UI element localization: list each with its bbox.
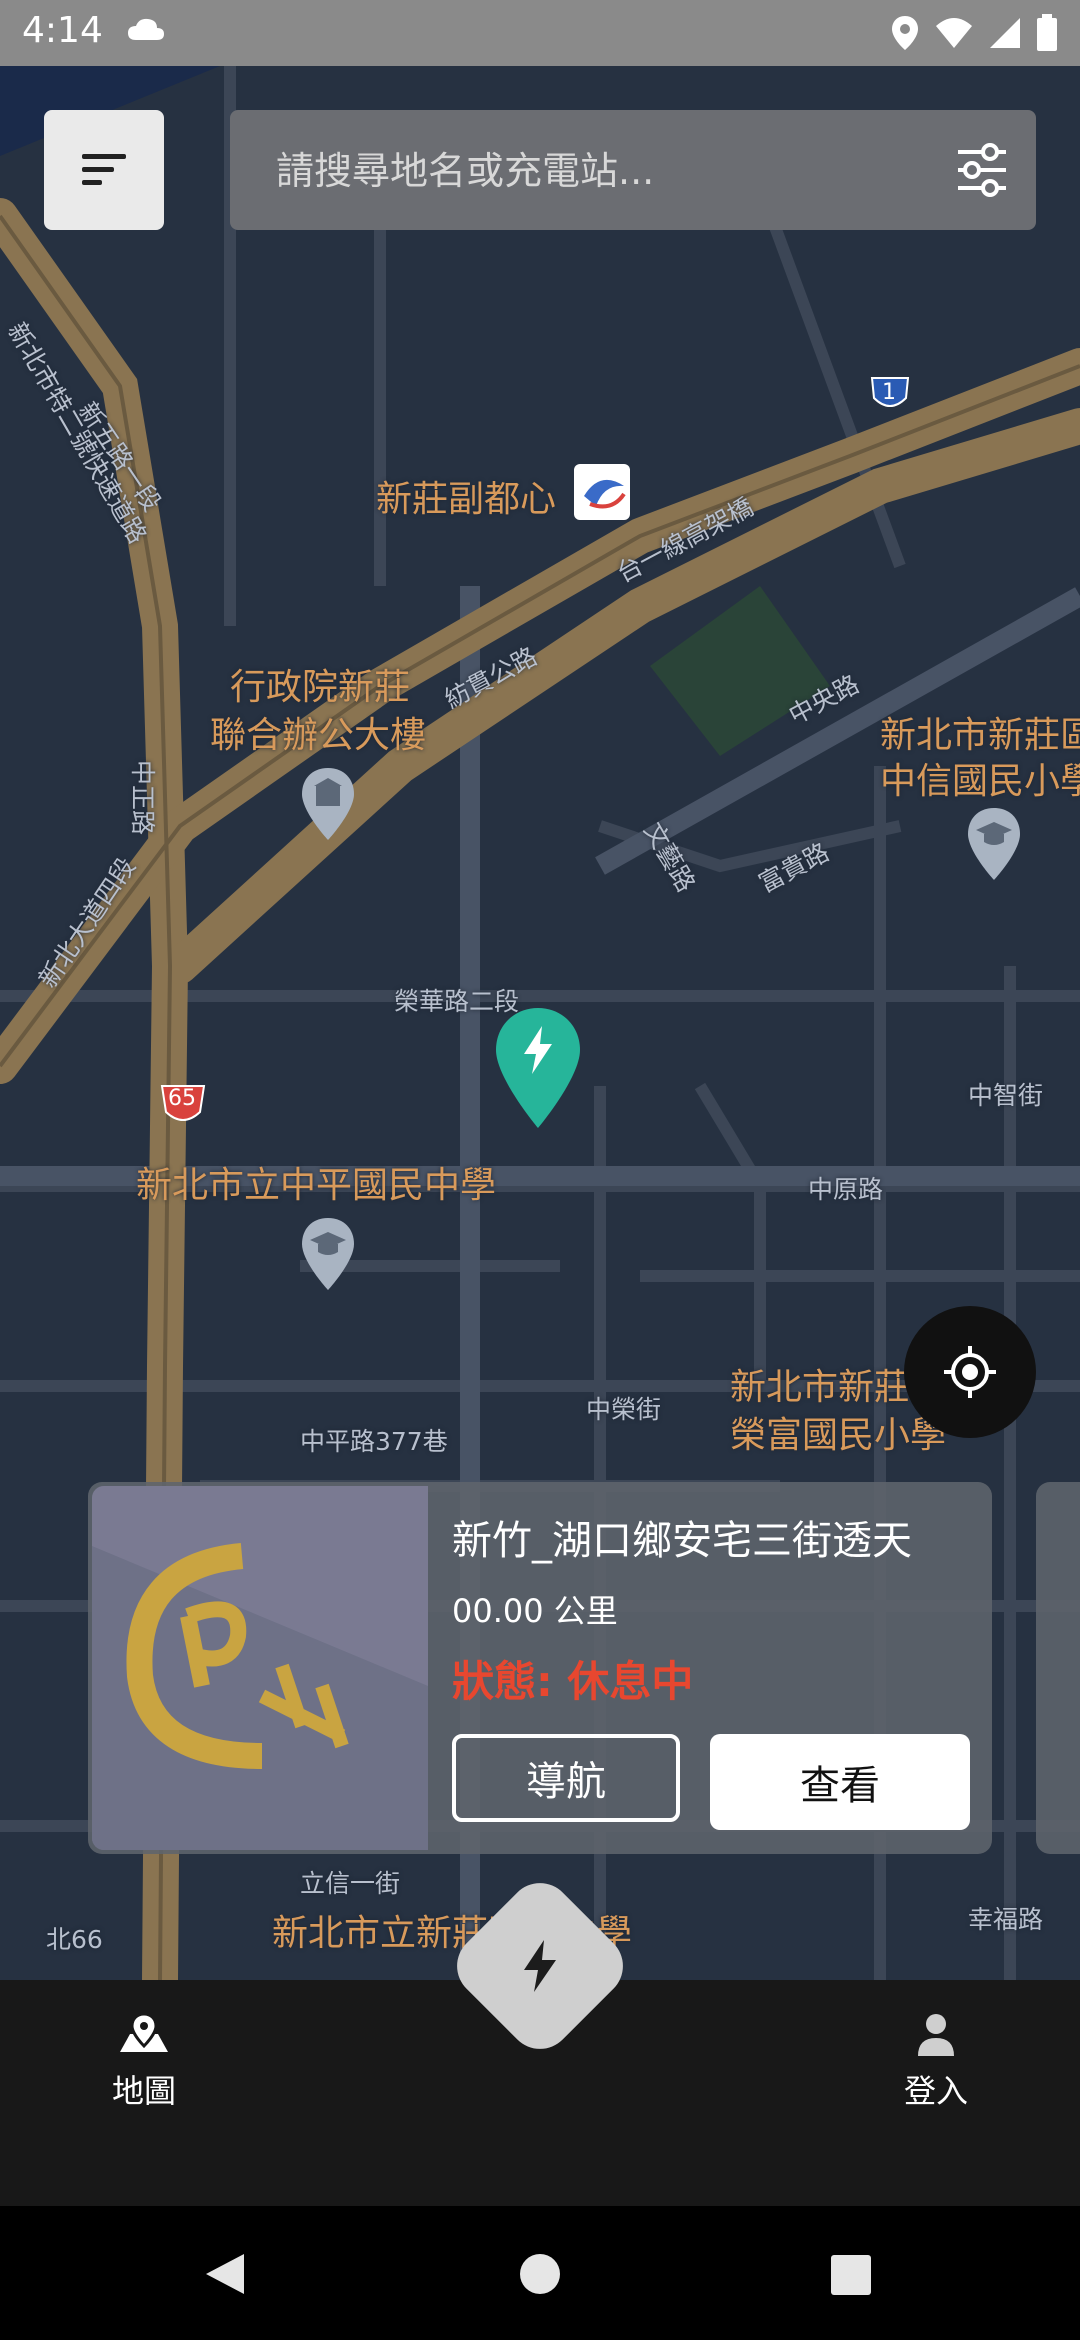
station-card[interactable]: 新竹_湖口鄉安宅三街透天 00.00 公里 狀態: 休息中 導航 查看 (88, 1482, 992, 1854)
map-label-xinfu-rd: 幸福路 (968, 1905, 1044, 1934)
map-label-zhongping-school: 新北市立中平國民中學 (136, 1165, 497, 1206)
lightning-icon (524, 1940, 556, 1992)
navigate-button[interactable]: 導航 (452, 1734, 680, 1822)
filter-icon[interactable] (954, 142, 1010, 198)
search-bar (230, 110, 1036, 232)
map-label-bei66: 北66 (46, 1925, 103, 1954)
government-pin-icon[interactable] (300, 766, 356, 842)
station-name: 新竹_湖口鄉安宅三街透天 (452, 1518, 912, 1564)
home-icon[interactable] (518, 2252, 562, 2296)
signal-icon (990, 18, 1020, 48)
station-photo (92, 1486, 428, 1850)
charging-station-marker[interactable] (494, 1006, 582, 1130)
next-station-card[interactable] (1036, 1482, 1080, 1854)
nav-label-map: 地圖 (111, 2072, 176, 2110)
wifi-icon (936, 18, 972, 48)
menu-button[interactable] (44, 110, 164, 230)
map-label-executive-yuan-2: 聯合辦公大樓 (210, 715, 427, 756)
map-label-zhongxin-2: 中信國民小學 (880, 761, 1080, 802)
status-icons (890, 14, 1058, 52)
nav-label-login: 登入 (903, 2072, 968, 2110)
search-input[interactable] (274, 110, 918, 232)
nav-item-login[interactable]: 登入 (856, 2012, 1016, 2112)
system-navigation-bar (0, 2206, 1080, 2340)
map-label-zhongzheng-rd: 中正路 (128, 760, 157, 836)
sort-menu-icon (82, 154, 126, 185)
route-65-number: 65 (168, 1086, 196, 1111)
map-label-zhongyuan-rd: 中原路 (808, 1175, 884, 1204)
nav-item-map[interactable]: 地圖 (64, 2012, 224, 2112)
status-time: 4:14 (22, 10, 103, 51)
map-pin-icon (120, 2012, 168, 2052)
my-location-button[interactable] (904, 1306, 1036, 1438)
map-label-zhongrong-st: 中榮街 (586, 1395, 662, 1424)
crosshair-icon (944, 1346, 996, 1398)
status-bar: 4:14 (0, 0, 1080, 66)
map-label-rongfu-2: 榮富國民小學 (730, 1415, 947, 1456)
back-icon[interactable] (204, 2252, 246, 2296)
station-status: 狀態: 休息中 (452, 1657, 694, 1706)
location-icon (892, 16, 918, 50)
map-label-zhongxin-1: 新北市新莊區 (880, 715, 1080, 756)
map-label-xinzhuang-subcenter: 新莊副都心 (376, 479, 557, 520)
route-1-number: 1 (882, 380, 896, 405)
view-button[interactable]: 查看 (710, 1734, 970, 1830)
recents-icon[interactable] (830, 2254, 872, 2296)
cloud-icon (128, 18, 164, 40)
map-label-lixin-st: 立信一街 (300, 1869, 401, 1898)
school-pin-icon[interactable] (300, 1216, 356, 1292)
station-distance: 00.00 公里 (452, 1592, 618, 1630)
map-label-zhongzhi-st: 中智街 (968, 1081, 1044, 1110)
person-icon (918, 2014, 954, 2056)
map-label-zhongping-lane: 中平路377巷 (300, 1427, 448, 1456)
map-label-executive-yuan-1: 行政院新莊 (230, 667, 411, 708)
school-pin-icon[interactable] (966, 806, 1022, 882)
battery-icon (1037, 14, 1057, 51)
